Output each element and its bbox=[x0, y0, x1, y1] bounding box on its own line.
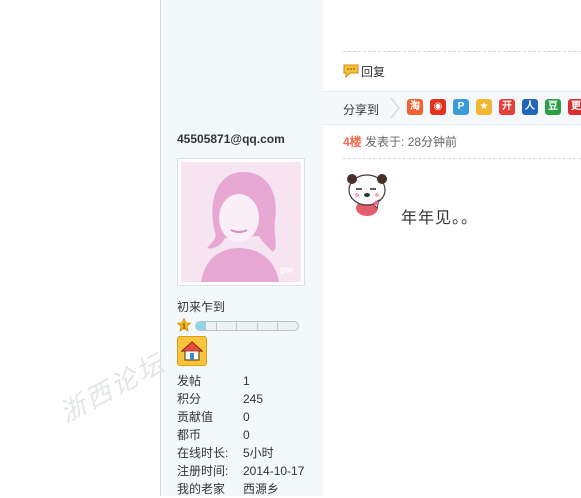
stat-value: 245 bbox=[243, 392, 264, 406]
stat-label: 贡献值 bbox=[177, 410, 214, 424]
stat-row: 都币 0 bbox=[177, 426, 327, 444]
douban-icon[interactable]: 豆 bbox=[545, 99, 561, 115]
post-message: 年年见。。 bbox=[401, 210, 479, 227]
share-bar: 分享到 淘 ◉ P ★ 开人豆更 bbox=[323, 91, 581, 125]
post-meta: 4楼 发表于: 28分钟前 bbox=[343, 133, 457, 150]
post-time: 发表于: 28分钟前 bbox=[365, 135, 458, 149]
panda-emoticon-icon bbox=[347, 174, 387, 216]
stat-row: 注册时间: 2014-10-17 bbox=[177, 462, 327, 480]
stat-row: 发帖 1 bbox=[177, 372, 327, 390]
stat-value: 0 bbox=[243, 428, 250, 442]
avatar-image: pw bbox=[181, 162, 301, 282]
divider bbox=[343, 51, 581, 52]
user-info-column: 45505871@qq.com pw 初来乍到 1 发帖 1 积分 245 贡献… bbox=[160, 0, 324, 496]
divider bbox=[343, 158, 581, 159]
avatar-silhouette-icon bbox=[201, 172, 279, 282]
reply-button[interactable]: 回复 bbox=[343, 62, 385, 80]
stat-row: 在线时长: 5小时 bbox=[177, 444, 327, 462]
level-star-icon: 1 bbox=[177, 318, 191, 332]
kaixin-icon[interactable]: 开 bbox=[499, 99, 515, 115]
more-share-icon[interactable]: 更 bbox=[568, 99, 581, 115]
stat-value: 5小时 bbox=[243, 446, 274, 460]
home-button[interactable] bbox=[177, 336, 207, 366]
stat-label: 在线时长: bbox=[177, 446, 229, 460]
reply-label: 回复 bbox=[361, 64, 386, 79]
username-link[interactable]: 45505871@qq.com bbox=[177, 132, 285, 146]
level-progress-bar bbox=[195, 321, 299, 331]
rank-title: 初来乍到 bbox=[177, 300, 226, 314]
stat-label: 注册时间: bbox=[177, 464, 229, 478]
share-icons: 淘 ◉ P ★ 开人豆更 bbox=[407, 99, 581, 115]
weibo-icon[interactable]: ◉ bbox=[430, 99, 446, 115]
qq-favorite-icon[interactable]: ★ bbox=[476, 99, 492, 115]
stat-value: 0 bbox=[243, 410, 250, 424]
renren-icon[interactable]: 人 bbox=[522, 99, 538, 115]
stat-value: 西源乡 bbox=[243, 482, 280, 496]
chevron-right-icon bbox=[390, 97, 400, 119]
stat-value[interactable]: 1 bbox=[243, 372, 250, 390]
qq-space-icon[interactable]: P bbox=[453, 99, 469, 115]
house-icon bbox=[180, 341, 204, 361]
stat-row: 我的老家 西源乡 bbox=[177, 480, 327, 498]
share-label: 分享到 bbox=[343, 103, 380, 117]
user-stats: 发帖 1 积分 245 贡献值 0 都币 0 在线时长: 5小时 注册时间: 2014-10… bbox=[177, 372, 327, 498]
stat-row: 贡献值 0 bbox=[177, 408, 327, 426]
taobao-icon[interactable]: 淘 bbox=[407, 99, 423, 115]
floor-number[interactable]: 4楼 bbox=[343, 135, 362, 149]
stat-label: 发帖 bbox=[177, 374, 202, 388]
stat-label: 都币 bbox=[177, 428, 202, 442]
level-indicator: 1 bbox=[177, 318, 307, 332]
stat-label: 积分 bbox=[177, 392, 202, 406]
avatar[interactable]: pw bbox=[177, 158, 305, 286]
post-content-column: 回复 分享到 淘 ◉ P ★ 开人豆更 4楼 发表于: 28分钟前 年年见。。 bbox=[323, 0, 581, 496]
svg-text:1: 1 bbox=[182, 324, 186, 331]
stat-value: 2014-10-17 bbox=[243, 464, 305, 478]
avatar-watermark: pw bbox=[280, 265, 293, 276]
stat-row: 积分 245 bbox=[177, 390, 327, 408]
reply-icon bbox=[343, 64, 359, 78]
stat-label: 我的老家 bbox=[177, 482, 226, 496]
